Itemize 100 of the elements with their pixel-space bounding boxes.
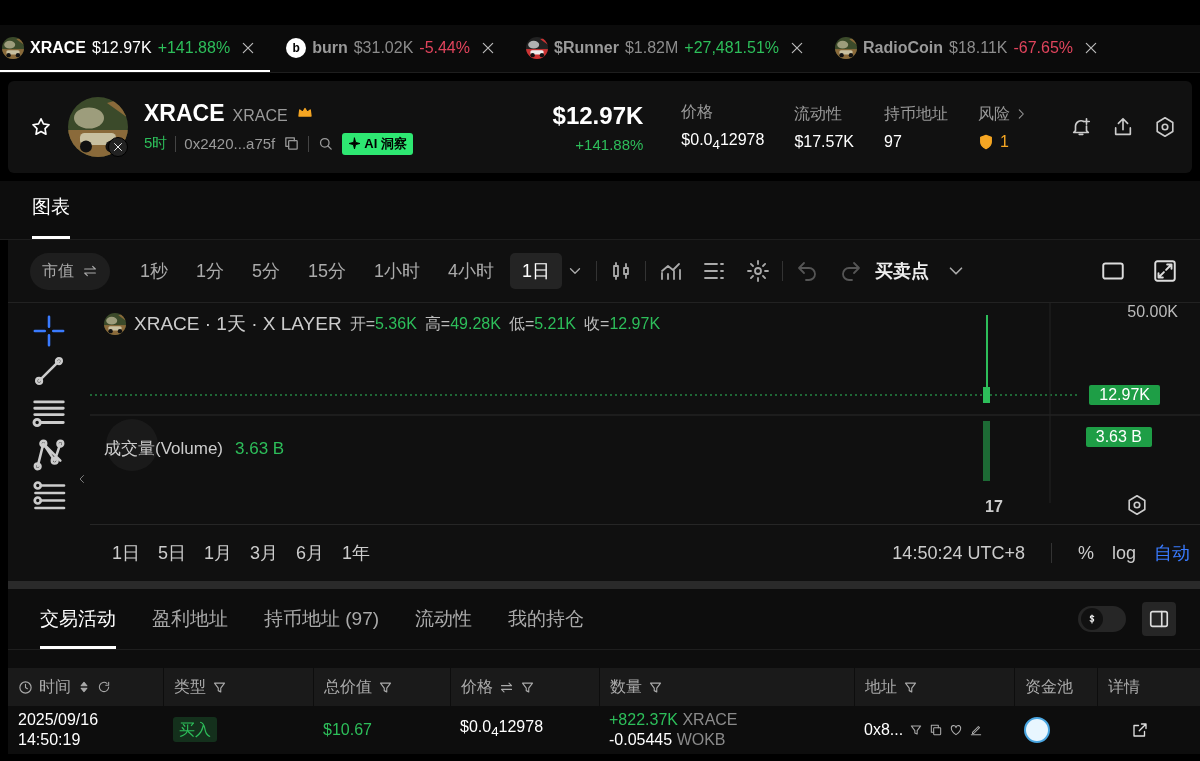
- activity-tab[interactable]: 盈利地址: [152, 606, 228, 649]
- range-button[interactable]: 1日: [112, 541, 140, 565]
- ohlc-value: 开=5.36K: [349, 313, 417, 334]
- market-cap: $12.97K: [552, 101, 644, 130]
- filter-icon[interactable]: [902, 679, 918, 695]
- axis-settings-icon[interactable]: [1126, 494, 1148, 516]
- edit-icon[interactable]: [969, 723, 984, 737]
- column-header: 价格: [460, 676, 493, 697]
- range-button[interactable]: 3月: [250, 541, 279, 565]
- trader-address[interactable]: 0x8...: [864, 720, 904, 740]
- token-symbol: WOKB: [676, 731, 726, 748]
- settings-icon[interactable]: [1154, 116, 1176, 138]
- settings-icon[interactable]: [746, 259, 771, 283]
- column-header: 资金池: [1024, 676, 1073, 697]
- share-icon[interactable]: [1112, 116, 1134, 138]
- axis-label: 50.00K: [1127, 303, 1178, 321]
- range-button[interactable]: 1年: [342, 541, 371, 565]
- token-tab[interactable]: $Runner $1.82M +27,481.51%: [524, 25, 820, 72]
- trend-line-icon[interactable]: [32, 354, 66, 388]
- currency-toggle[interactable]: [1078, 606, 1126, 632]
- stat-label: 持币地址: [884, 103, 948, 124]
- filter-icon[interactable]: [909, 723, 924, 737]
- range-button[interactable]: 1月: [204, 541, 233, 565]
- volume-label: 成交量(Volume): [104, 438, 224, 460]
- stat-label: 流动性: [794, 103, 843, 124]
- chart-time: 14:50:24 UTC+8: [892, 542, 1025, 564]
- token-logo: b: [286, 37, 307, 58]
- stat-label: 价格: [681, 101, 714, 122]
- auto-scale-toggle[interactable]: 自动: [1154, 541, 1190, 565]
- ohlc-value: 收=12.97K: [584, 313, 661, 334]
- price-change: +27,481.51%: [684, 38, 780, 57]
- swap-icon: [82, 263, 98, 279]
- token-ticker: XRACE: [232, 106, 288, 125]
- amount-in: +822.37K: [609, 711, 678, 728]
- trade-time: 14:50:19: [18, 730, 82, 750]
- amount-out: -0.05445: [609, 731, 673, 748]
- filter-icon[interactable]: [519, 679, 535, 695]
- interval-tab[interactable]: 4小时: [436, 253, 507, 289]
- trade-type-tag: 买入: [173, 717, 217, 742]
- fullscreen-icon[interactable]: [1152, 258, 1178, 284]
- ohlc-value: 高=49.28K: [424, 313, 501, 334]
- stat-value: 97: [884, 132, 903, 151]
- external-link-icon[interactable]: [1131, 721, 1149, 739]
- star-icon[interactable]: [30, 116, 52, 138]
- interval-tab[interactable]: 1小时: [362, 253, 433, 289]
- token-name: XRACE: [144, 99, 225, 127]
- clock-icon: [18, 679, 33, 695]
- pool-logo[interactable]: [1024, 717, 1050, 743]
- filter-icon[interactable]: [211, 679, 227, 695]
- column-header: 时间: [39, 676, 71, 697]
- interval-tab[interactable]: 1分: [184, 253, 237, 289]
- chart-legend-title: XRACE · 1天 · X LAYER: [134, 312, 342, 336]
- last-price-tag: 12.97K: [1089, 385, 1160, 405]
- price-change: +141.88%: [157, 38, 231, 57]
- range-button[interactable]: 6月: [296, 541, 325, 565]
- activity-tab[interactable]: 流动性: [415, 606, 473, 649]
- interval-tab[interactable]: 1日: [510, 253, 563, 289]
- column-header: 地址: [864, 676, 897, 697]
- stat-value: $17.57K: [794, 132, 854, 151]
- stat-label: 风险: [978, 103, 1010, 124]
- ai-insight-button[interactable]: AI 洞察: [342, 132, 413, 155]
- interval-tab[interactable]: 5分: [240, 253, 293, 289]
- token-age: 5时: [144, 134, 168, 153]
- activity-tab[interactable]: 我的持仓: [508, 606, 585, 649]
- filter-icon[interactable]: [647, 679, 663, 695]
- crosshair-icon[interactable]: [32, 314, 66, 348]
- contract-address: 0x2420...a75f: [184, 135, 276, 152]
- copy-icon[interactable]: [929, 723, 944, 737]
- filter-icon[interactable]: [377, 679, 393, 695]
- total-value: $10.67: [323, 721, 372, 738]
- heart-icon[interactable]: [949, 723, 964, 737]
- activity-tab[interactable]: 持币地址 (97): [264, 606, 380, 649]
- range-button[interactable]: 5日: [158, 541, 187, 565]
- percent-toggle[interactable]: %: [1077, 542, 1094, 564]
- resize-handle[interactable]: [8, 581, 1200, 589]
- search-icon[interactable]: [317, 135, 335, 152]
- trade-points-dropdown[interactable]: 买卖点: [875, 259, 930, 283]
- column-header: 数量: [609, 676, 642, 697]
- column-header: 总价值: [323, 676, 372, 697]
- price-change: -67.65%: [1013, 38, 1074, 57]
- date-axis-label: 17: [985, 498, 1003, 516]
- token-tab[interactable]: b burn $31.02K -5.44%: [284, 25, 510, 72]
- copy-icon[interactable]: [283, 135, 301, 152]
- interval-tab[interactable]: 15分: [296, 253, 359, 289]
- pattern-icon[interactable]: [32, 438, 66, 472]
- log-toggle[interactable]: log: [1111, 542, 1136, 564]
- column-header: 详情: [1107, 676, 1140, 697]
- refresh-icon[interactable]: [97, 680, 111, 694]
- sidebar-icon[interactable]: [1148, 608, 1170, 630]
- volume-value: 3.63 B: [235, 438, 285, 459]
- risk-count: 1: [1000, 132, 1009, 151]
- token-tab[interactable]: XRACE $12.97K +141.88%: [0, 25, 271, 72]
- metric-toggle[interactable]: 市值: [30, 252, 110, 290]
- token-tab[interactable]: RadioCoin $18.11K -67.65%: [833, 25, 1114, 72]
- volume-tag: 3.63 B: [1085, 427, 1152, 447]
- interval-tab[interactable]: 1秒: [128, 253, 180, 289]
- trade-price: $0.0$_{4}$12978: [460, 718, 544, 736]
- bell-plus-icon[interactable]: [1070, 116, 1092, 138]
- sparkle-icon: [348, 137, 362, 150]
- price-change: -5.44%: [419, 38, 470, 57]
